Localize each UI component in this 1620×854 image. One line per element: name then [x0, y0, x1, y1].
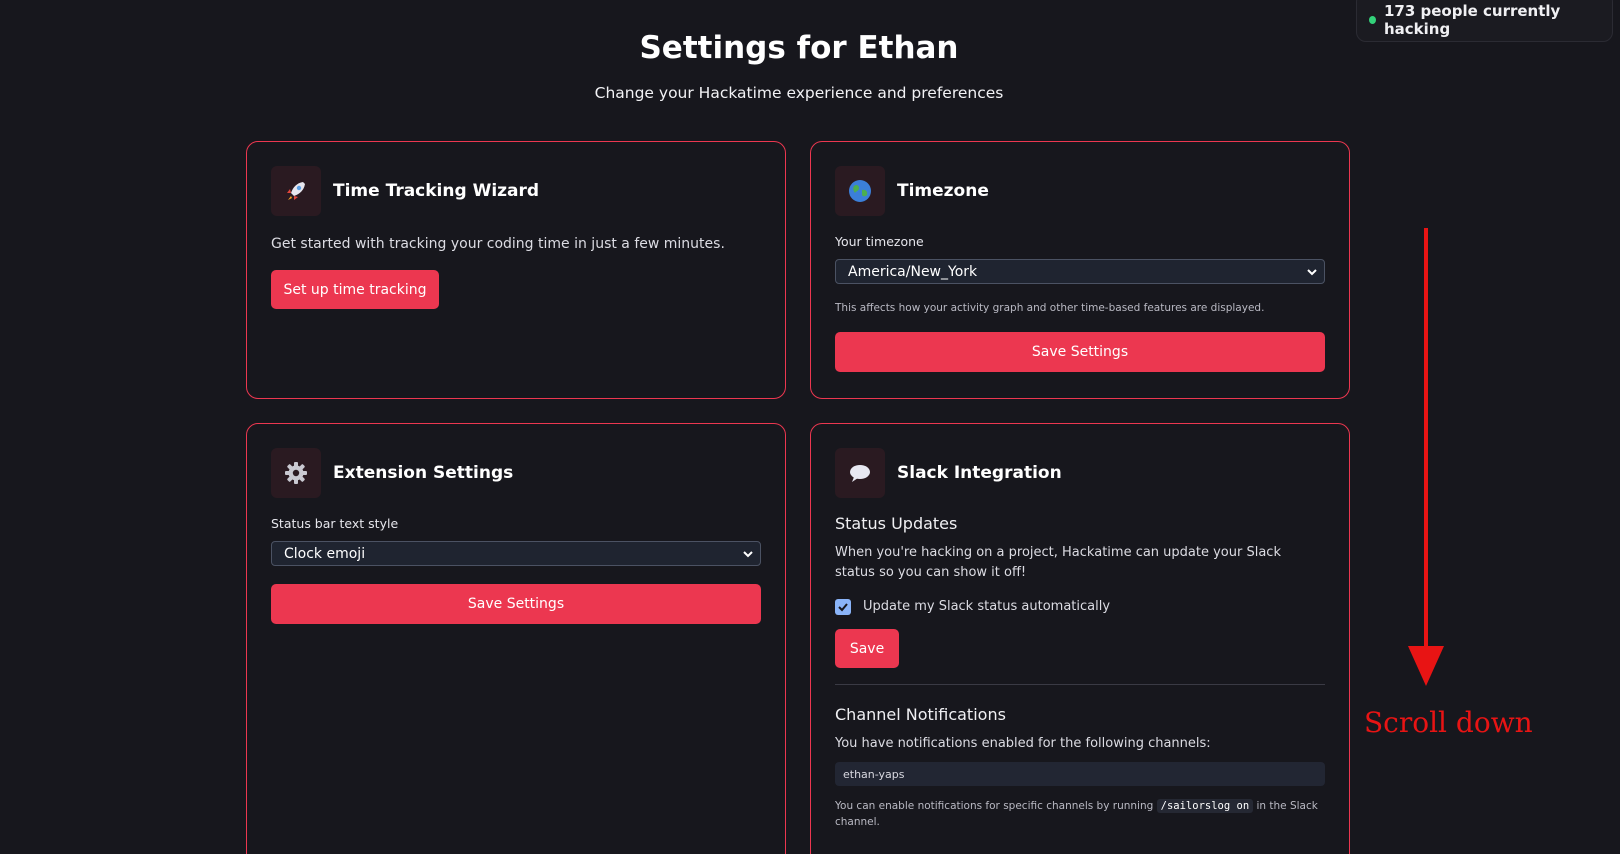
rocket-icon — [271, 166, 321, 216]
status-updates-heading: Status Updates — [835, 514, 958, 533]
slack-status-checkbox[interactable] — [835, 599, 851, 615]
divider — [835, 684, 1325, 685]
timezone-save-button[interactable]: Save Settings — [835, 332, 1325, 372]
sailorslog-command: /sailorslog on — [1156, 799, 1254, 813]
timezone-card: Timezone Your timezone America/New_York … — [810, 141, 1350, 399]
chevron-down-icon — [1307, 268, 1317, 275]
time-tracking-wizard-card: Time Tracking Wizard Get started with tr… — [246, 141, 786, 399]
globe-icon — [835, 166, 885, 216]
slack-integration-card: Slack Integration Status Updates When yo… — [810, 423, 1350, 854]
card-title: Timezone — [897, 181, 989, 201]
channel-list-item: ethan-yaps — [835, 762, 1325, 786]
online-dot-icon — [1369, 16, 1376, 24]
timezone-field-label: Your timezone — [835, 234, 924, 249]
checkmark-icon — [838, 603, 848, 612]
timezone-select[interactable]: America/New_York — [835, 259, 1325, 284]
page-subtitle: Change your Hackatime experience and pre… — [594, 84, 1004, 102]
hint-text-before: You can enable notifications for specifi… — [835, 800, 1154, 812]
channel-notifications-heading: Channel Notifications — [835, 705, 1006, 724]
status-bar-style-selected-value: Clock emoji — [284, 545, 366, 562]
timezone-hint: This affects how your activity graph and… — [835, 302, 1265, 314]
slack-status-checkbox-label: Update my Slack status automatically — [863, 599, 1111, 614]
card-title: Slack Integration — [897, 463, 1062, 483]
chevron-down-icon — [743, 550, 753, 557]
page-title: Settings for Ethan — [639, 30, 959, 66]
card-title: Time Tracking Wizard — [333, 181, 540, 201]
slack-save-button[interactable]: Save — [835, 629, 899, 668]
status-updates-description: When you're hacking on a project, Hackat… — [835, 545, 1281, 580]
status-bar-style-select[interactable]: Clock emoji — [271, 541, 761, 566]
gear-icon — [271, 448, 321, 498]
extension-settings-card: Extension Settings Status bar text style… — [246, 423, 786, 854]
timezone-selected-value: America/New_York — [848, 263, 978, 280]
extension-save-button[interactable]: Save Settings — [271, 584, 761, 624]
settings-page: 173 people currently hacking Settings fo… — [0, 0, 1620, 854]
speech-bubble-icon — [835, 448, 885, 498]
channel-notifications-hint: You can enable notifications for specifi… — [835, 798, 1325, 830]
scroll-down-arrow-icon — [1408, 228, 1444, 686]
setup-time-tracking-button[interactable]: Set up time tracking — [271, 270, 439, 309]
channel-notifications-description: You have notifications enabled for the f… — [835, 736, 1211, 751]
wizard-description: Get started with tracking your coding ti… — [271, 236, 725, 252]
status-bar-style-label: Status bar text style — [271, 516, 399, 531]
card-title: Extension Settings — [333, 463, 514, 483]
scroll-down-annotation: Scroll down — [1364, 706, 1533, 739]
